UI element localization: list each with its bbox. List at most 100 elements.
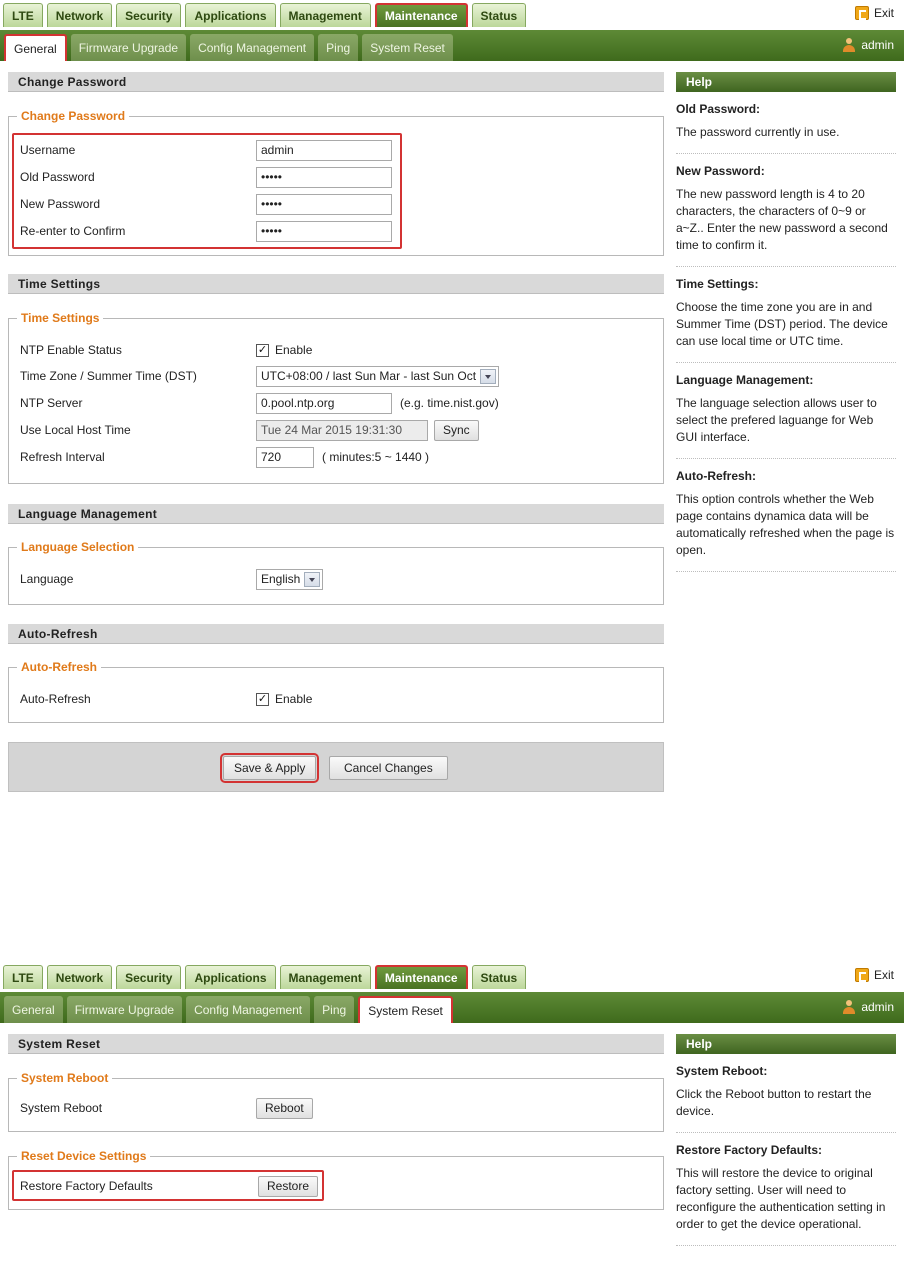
user-label: admin bbox=[861, 38, 894, 52]
section-header-time-settings: Time Settings bbox=[8, 274, 664, 294]
user-indicator: admin bbox=[843, 1000, 894, 1014]
language-select[interactable]: English bbox=[256, 568, 324, 590]
help-item: System Reboot: Click the Reboot button t… bbox=[676, 1064, 896, 1133]
help-item-text: This option controls whether the Web pag… bbox=[676, 492, 895, 557]
tab-security[interactable]: Security bbox=[116, 965, 182, 989]
help-item: Old Password: The password currently in … bbox=[676, 102, 896, 154]
new-password-input[interactable]: ••••• bbox=[256, 193, 392, 215]
reboot-button[interactable]: Reboot bbox=[256, 1097, 313, 1119]
fieldset-legend: Change Password bbox=[17, 109, 130, 123]
ntp-server-input[interactable]: 0.pool.ntp.org bbox=[256, 392, 392, 414]
help-header: Help bbox=[676, 72, 896, 92]
subtab-system-reset[interactable]: System Reset bbox=[362, 34, 453, 61]
cancel-changes-button[interactable]: Cancel Changes bbox=[329, 756, 448, 780]
fieldset-legend: System Reboot bbox=[17, 1071, 113, 1085]
new-password-label: New Password bbox=[20, 197, 101, 211]
reset-device-settings-fieldset: Reset Device Settings Restore Factory De… bbox=[8, 1149, 664, 1210]
ntp-server-label: NTP Server bbox=[20, 396, 83, 410]
exit-link[interactable]: Exit bbox=[854, 6, 894, 20]
exit-link[interactable]: Exit bbox=[854, 968, 894, 982]
help-item-title: Auto-Refresh: bbox=[676, 469, 756, 483]
fieldset-legend: Reset Device Settings bbox=[17, 1149, 151, 1163]
tab-management[interactable]: Management bbox=[279, 965, 371, 989]
subtab-firmware-upgrade[interactable]: Firmware Upgrade bbox=[66, 996, 183, 1023]
help-item-text: The password currently in use. bbox=[676, 125, 840, 139]
local-time-input: Tue 24 Mar 2015 19:31:30 bbox=[256, 419, 428, 441]
help-panel: Help Old Password: The password currentl… bbox=[676, 72, 896, 572]
exit-label: Exit bbox=[873, 6, 894, 20]
auto-refresh-checkbox[interactable]: ✓ bbox=[256, 692, 269, 706]
help-item-title: System Reboot: bbox=[676, 1064, 768, 1078]
refresh-interval-label: Refresh Interval bbox=[20, 450, 105, 464]
system-reset-screen: LTE Network Security Applications Manage… bbox=[0, 962, 904, 1264]
subtab-config-management[interactable]: Config Management bbox=[190, 34, 315, 61]
help-item: New Password: The new password length is… bbox=[676, 164, 896, 267]
help-item: Auto-Refresh: This option controls wheth… bbox=[676, 469, 896, 572]
fieldset-legend: Language Selection bbox=[17, 540, 139, 554]
help-item-title: Language Management: bbox=[676, 373, 814, 387]
tab-network[interactable]: Network bbox=[46, 965, 113, 989]
language-label: Language bbox=[20, 572, 74, 586]
tab-maintenance[interactable]: Maintenance bbox=[374, 3, 468, 27]
local-time-label: Use Local Host Time bbox=[20, 423, 131, 437]
restore-button[interactable]: Restore bbox=[258, 1175, 319, 1197]
subtab-ping[interactable]: Ping bbox=[314, 996, 355, 1023]
action-bar: Save & Apply Cancel Changes bbox=[8, 742, 664, 792]
help-item: Restore Factory Defaults: This will rest… bbox=[676, 1143, 896, 1246]
help-item-text: Click the Reboot button to restart the d… bbox=[676, 1087, 872, 1118]
top-nav: LTE Network Security Applications Manage… bbox=[0, 0, 904, 30]
fieldset-legend: Auto-Refresh bbox=[17, 660, 102, 674]
subtab-firmware-upgrade[interactable]: Firmware Upgrade bbox=[70, 34, 187, 61]
tab-applications[interactable]: Applications bbox=[185, 3, 276, 27]
fieldset-legend: Time Settings bbox=[17, 311, 104, 325]
tab-lte[interactable]: LTE bbox=[3, 965, 43, 989]
subtab-general[interactable]: General bbox=[4, 996, 63, 1023]
subtab-config-management[interactable]: Config Management bbox=[186, 996, 311, 1023]
user-label: admin bbox=[861, 1000, 894, 1014]
help-item-text: This will restore the device to original… bbox=[676, 1166, 886, 1231]
tab-lte[interactable]: LTE bbox=[3, 3, 43, 27]
section-header-change-password: Change Password bbox=[8, 72, 664, 92]
time-settings-fieldset: Time Settings NTP Enable Status ✓ Enable… bbox=[8, 311, 664, 484]
ntp-enable-text: Enable bbox=[275, 343, 313, 357]
ntp-enable-checkbox[interactable]: ✓ bbox=[256, 343, 269, 357]
old-password-label: Old Password bbox=[20, 170, 95, 184]
sync-button[interactable]: Sync bbox=[434, 419, 479, 441]
subtab-ping[interactable]: Ping bbox=[318, 34, 359, 61]
section-header-language: Language Management bbox=[8, 504, 664, 524]
subtab-system-reset[interactable]: System Reset bbox=[358, 996, 453, 1023]
section-header-system-reset: System Reset bbox=[8, 1034, 664, 1054]
timezone-select[interactable]: UTC+08:00 / last Sun Mar - last Sun Oct bbox=[256, 365, 500, 387]
language-fieldset: Language Selection Language English bbox=[8, 540, 664, 605]
restore-factory-label: Restore Factory Defaults bbox=[20, 1179, 153, 1193]
subtab-general[interactable]: General bbox=[4, 34, 67, 61]
tab-status[interactable]: Status bbox=[471, 3, 527, 27]
confirm-password-label: Re-enter to Confirm bbox=[20, 224, 126, 238]
username-input[interactable]: admin bbox=[256, 139, 392, 161]
auto-refresh-label: Auto-Refresh bbox=[20, 692, 91, 706]
auto-refresh-fieldset: Auto-Refresh Auto-Refresh ✓ Enable bbox=[8, 660, 664, 723]
refresh-interval-input[interactable]: 720 bbox=[256, 446, 314, 468]
old-password-input[interactable]: ••••• bbox=[256, 166, 392, 188]
change-password-fieldset: Change Password Username admin Old Passw… bbox=[8, 109, 664, 256]
help-item: Time Settings: Choose the time zone you … bbox=[676, 277, 896, 363]
sub-nav: General Firmware Upgrade Config Manageme… bbox=[0, 30, 904, 61]
username-label: Username bbox=[20, 143, 76, 157]
ntp-server-hint: (e.g. time.nist.gov) bbox=[400, 396, 499, 410]
save-apply-button[interactable]: Save & Apply bbox=[219, 753, 320, 783]
tab-maintenance[interactable]: Maintenance bbox=[374, 965, 468, 989]
tab-network[interactable]: Network bbox=[46, 3, 113, 27]
tab-security[interactable]: Security bbox=[116, 3, 182, 27]
sub-nav: General Firmware Upgrade Config Manageme… bbox=[0, 992, 904, 1023]
tab-status[interactable]: Status bbox=[471, 965, 527, 989]
help-item-text: The language selection allows user to se… bbox=[676, 396, 877, 444]
ntp-enable-label: NTP Enable Status bbox=[20, 343, 122, 357]
help-header: Help bbox=[676, 1034, 896, 1054]
section-header-auto-refresh: Auto-Refresh bbox=[8, 624, 664, 644]
confirm-password-input[interactable]: ••••• bbox=[256, 220, 392, 242]
general-screen: LTE Network Security Applications Manage… bbox=[0, 0, 904, 800]
tab-applications[interactable]: Applications bbox=[185, 965, 276, 989]
tab-management[interactable]: Management bbox=[279, 3, 371, 27]
help-item-text: Choose the time zone you are in and Summ… bbox=[676, 300, 888, 348]
system-reboot-label: System Reboot bbox=[20, 1101, 103, 1115]
